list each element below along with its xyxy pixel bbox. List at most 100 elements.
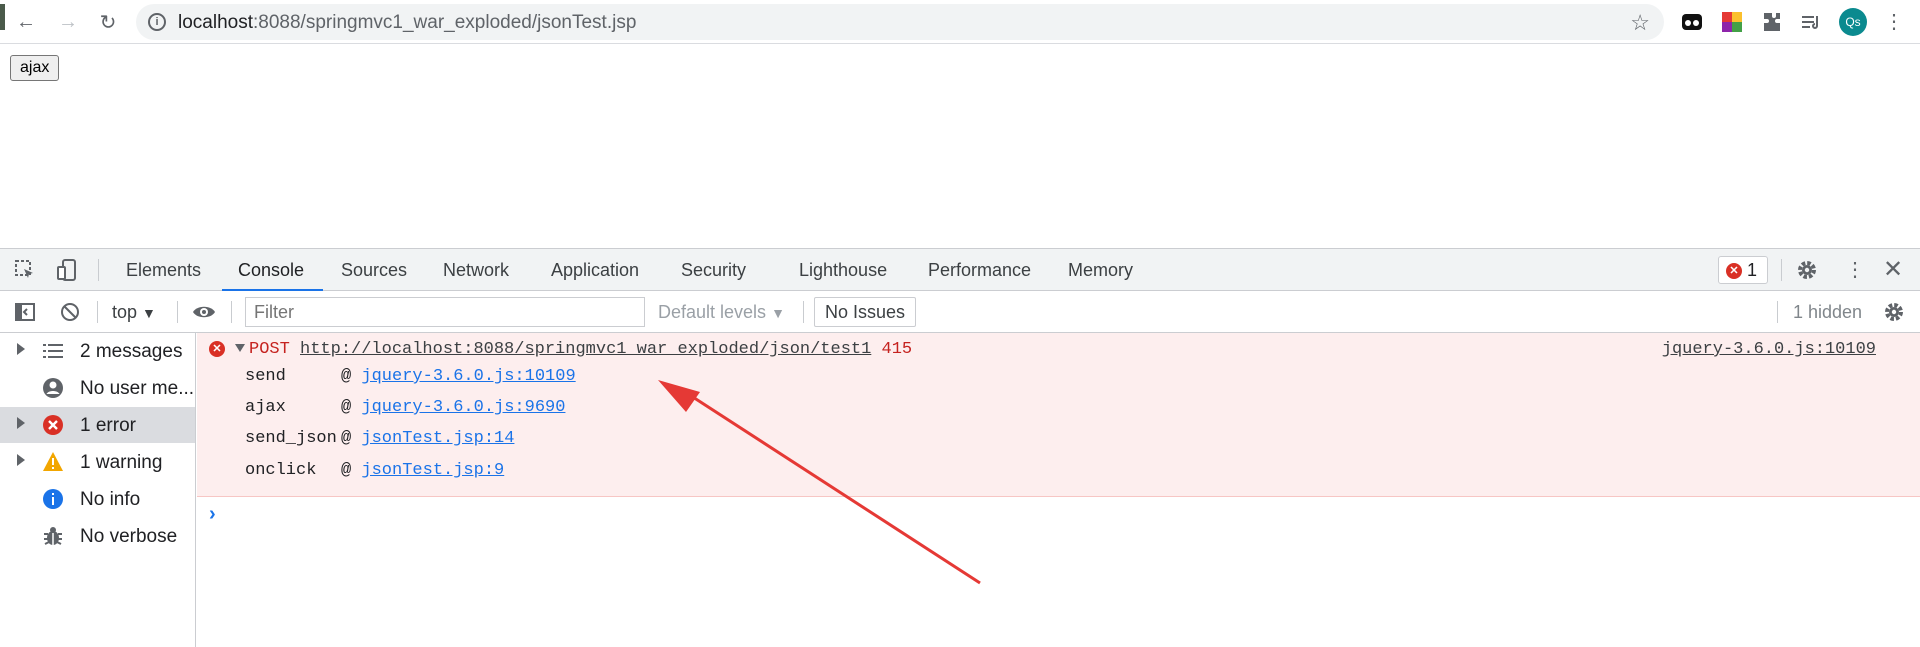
stack-function: ajax — [245, 398, 286, 417]
http-method: POST — [249, 340, 290, 359]
console-sidebar: 2 messages No user me... 1 error 1 warni… — [0, 333, 196, 647]
stack-frame: send @ jquery-3.6.0.js:10109 — [245, 367, 576, 386]
console-error-message[interactable]: ✕ POST http://localhost:8088/springmvc1_… — [197, 333, 1920, 497]
console-settings-gear-icon[interactable] — [1882, 300, 1906, 324]
stack-frame: onclick @ jsonTest.jsp:9 — [245, 461, 504, 480]
tab-lighthouse[interactable]: Lighthouse — [799, 260, 887, 281]
chevron-down-icon: ▼ — [771, 305, 785, 321]
console-prompt-icon[interactable]: › — [209, 503, 216, 526]
stack-location-link[interactable]: jsonTest.jsp:14 — [361, 429, 514, 448]
devtools-panel: Elements Console Sources Network Applica… — [0, 248, 1920, 647]
clear-console-icon[interactable] — [58, 300, 82, 324]
stack-frame: ajax @ jquery-3.6.0.js:9690 — [245, 398, 565, 417]
sidebar-item-user-messages[interactable]: No user me... — [0, 370, 195, 406]
tab-sources[interactable]: Sources — [341, 260, 407, 281]
error-count: 1 — [1747, 260, 1758, 280]
url-path: :8088/springmvc1_war_exploded/jsonTest.j… — [253, 12, 637, 33]
error-icon: ✕ — [209, 341, 225, 357]
sidebar-item-label: No user me... — [80, 378, 195, 399]
sidebar-item-label: 2 messages — [80, 341, 183, 362]
toolbar-separator — [1781, 259, 1782, 281]
stack-function: onclick — [245, 461, 317, 480]
expand-arrow-icon[interactable] — [17, 454, 25, 466]
extension-colorful-icon[interactable] — [1720, 10, 1744, 34]
close-devtools-icon[interactable]: ✕ — [1883, 255, 1903, 284]
hidden-messages-count: 1 hidden — [1793, 302, 1863, 322]
sidebar-item-errors[interactable]: 1 error — [0, 407, 195, 443]
source-location-link[interactable]: jquery-3.6.0.js:10109 — [1662, 340, 1876, 359]
device-toolbar-icon[interactable] — [55, 258, 79, 282]
profile-avatar[interactable]: Qs — [1839, 8, 1867, 36]
extensions-puzzle-icon[interactable] — [1760, 10, 1784, 34]
console-output: ✕ POST http://localhost:8088/springmvc1_… — [197, 333, 1920, 647]
tab-memory[interactable]: Memory — [1068, 260, 1133, 281]
issues-button[interactable]: No Issues — [814, 297, 917, 327]
error-icon — [43, 415, 63, 435]
browser-toolbar: ← → ↻ i localhost:8088/springmvc1_war_ex… — [0, 0, 1920, 44]
tab-elements[interactable]: Elements — [126, 260, 201, 281]
bookmark-star-icon[interactable]: ☆ — [1630, 10, 1650, 36]
toolbar-separator — [177, 301, 178, 323]
devtools-menu-icon[interactable]: ⋮ — [1845, 256, 1865, 284]
stack-at: @ — [341, 461, 352, 480]
stack-location-link[interactable]: jquery-3.6.0.js:9690 — [361, 398, 565, 417]
expand-triangle-icon[interactable] — [235, 344, 245, 352]
expand-arrow-icon[interactable] — [17, 343, 25, 355]
toolbar-separator — [803, 301, 804, 323]
chevron-down-icon: ▼ — [142, 305, 156, 321]
list-icon — [43, 344, 63, 358]
request-url-link[interactable]: http://localhost:8088/springmvc1_war_exp… — [300, 340, 871, 359]
log-levels-label: Default levels — [658, 302, 767, 322]
back-icon[interactable]: ← — [12, 8, 40, 36]
stack-function: send_json — [245, 429, 337, 448]
sidebar-item-label: No info — [80, 489, 141, 510]
stack-at: @ — [341, 398, 352, 417]
error-icon: ✕ — [1726, 263, 1742, 279]
stack-location-link[interactable]: jquery-3.6.0.js:10109 — [361, 367, 575, 386]
toolbar-separator — [1777, 301, 1778, 323]
tab-security[interactable]: Security — [681, 260, 746, 281]
tab-network[interactable]: Network — [443, 260, 509, 281]
sidebar-item-messages[interactable]: 2 messages — [0, 333, 195, 369]
tab-performance[interactable]: Performance — [928, 260, 1031, 281]
forward-icon[interactable]: → — [54, 8, 82, 36]
toolbar-separator — [98, 259, 99, 281]
url-text[interactable]: localhost:8088/springmvc1_war_exploded/j… — [178, 12, 636, 34]
sidebar-item-warnings[interactable]: 1 warning — [0, 444, 195, 480]
sidebar-item-verbose[interactable]: No verbose — [0, 518, 195, 554]
bug-icon — [44, 527, 62, 545]
live-expression-eye-icon[interactable] — [192, 300, 216, 324]
sidebar-toggle-icon[interactable] — [13, 300, 37, 324]
devtools-tabbar: Elements Console Sources Network Applica… — [0, 249, 1920, 291]
sidebar-item-label: 1 warning — [80, 452, 163, 473]
settings-gear-icon[interactable] — [1795, 258, 1819, 282]
sidebar-item-info[interactable]: No info — [0, 481, 195, 517]
sidebar-item-label: No verbose — [80, 526, 178, 547]
stack-at: @ — [341, 429, 352, 448]
error-summary[interactable]: POST http://localhost:8088/springmvc1_wa… — [235, 340, 912, 359]
sidebar-item-label: 1 error — [80, 415, 136, 436]
toolbar-separator — [97, 301, 98, 323]
url-host: localhost — [178, 12, 253, 33]
extension-tampermonkey-icon[interactable] — [1680, 10, 1704, 34]
context-selector[interactable]: top ▼ — [112, 302, 156, 323]
reading-list-icon[interactable] — [1799, 10, 1823, 34]
stack-function: send — [245, 367, 286, 386]
context-label: top — [112, 302, 138, 322]
filter-input[interactable] — [245, 297, 645, 327]
stack-location-link[interactable]: jsonTest.jsp:9 — [361, 461, 504, 480]
expand-arrow-icon[interactable] — [17, 417, 25, 429]
window-edge — [0, 4, 5, 30]
site-info-icon[interactable]: i — [148, 13, 166, 31]
reload-icon[interactable]: ↻ — [94, 8, 122, 36]
error-count-badge[interactable]: ✕ 1 — [1718, 256, 1768, 284]
info-icon — [43, 489, 63, 509]
browser-menu-icon[interactable]: ⋮ — [1884, 8, 1904, 36]
inspect-element-icon[interactable] — [13, 258, 37, 282]
address-bar[interactable]: i localhost:8088/springmvc1_war_exploded… — [136, 4, 1664, 40]
ajax-button[interactable]: ajax — [10, 55, 60, 81]
warning-icon — [43, 452, 63, 471]
tab-application[interactable]: Application — [551, 260, 639, 281]
log-levels-dropdown[interactable]: Default levels ▼ — [658, 302, 785, 323]
tab-console[interactable]: Console — [238, 260, 304, 281]
